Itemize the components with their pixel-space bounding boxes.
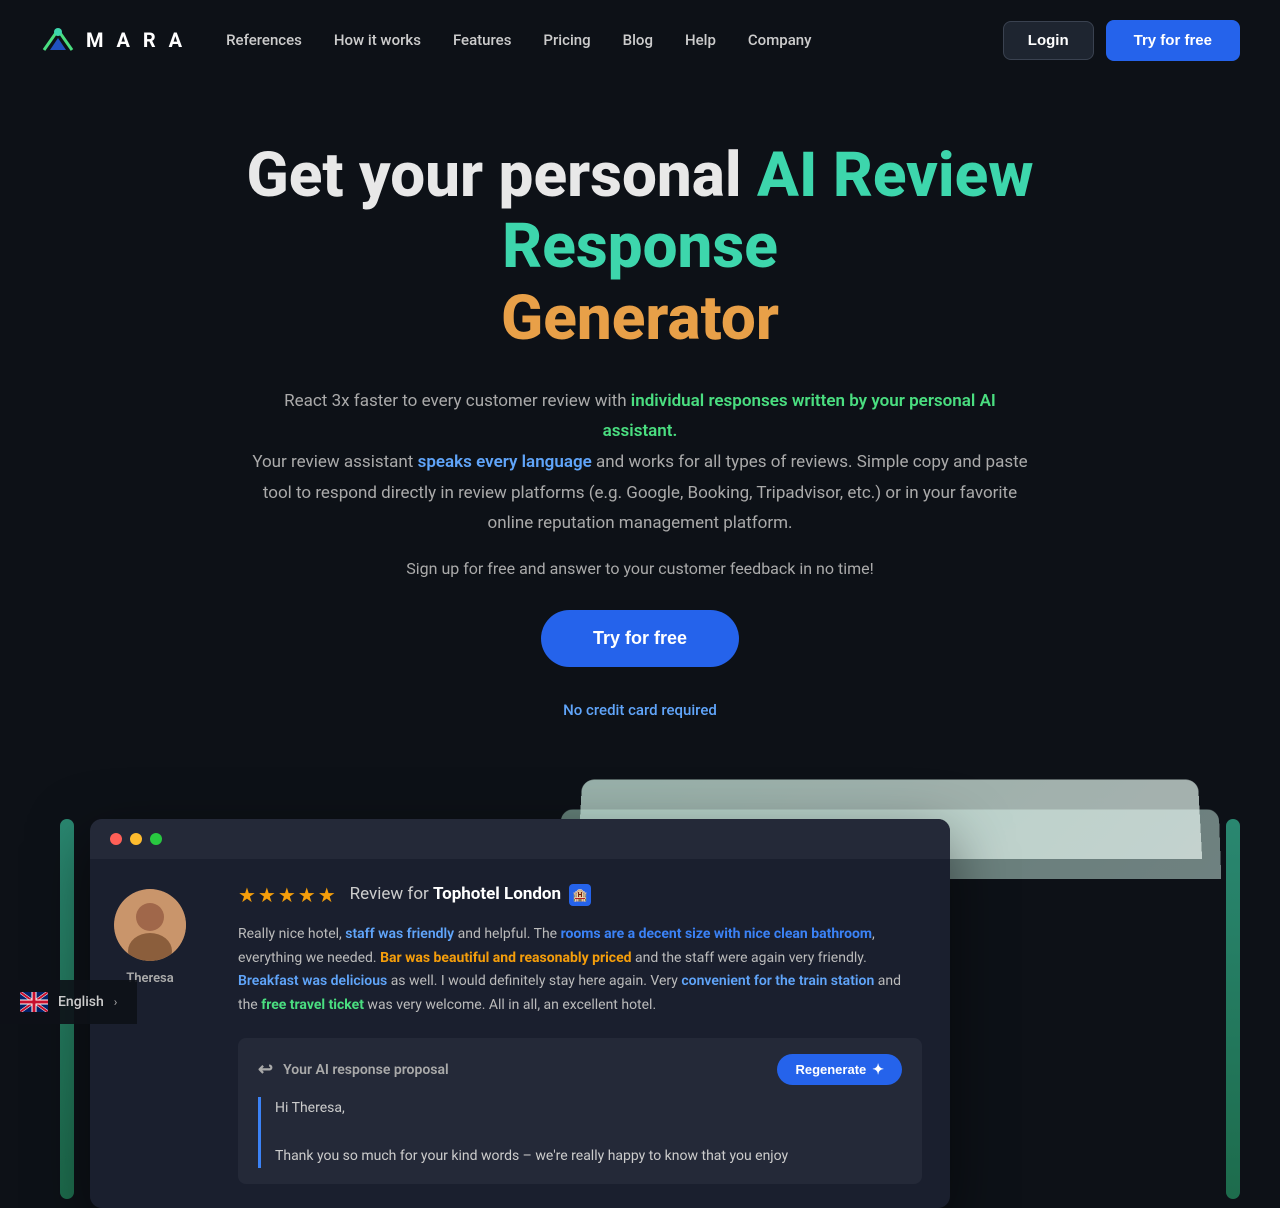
hero-title-start: Get your personal [246,139,757,212]
ai-response-title: ↩ Your AI response proposal [258,1059,449,1080]
card-titlebar [90,819,950,859]
hero-title: Get your personal AI Review Response Gen… [140,140,1140,354]
login-button[interactable]: Login [1003,21,1094,60]
logo-text: M A R A [86,28,186,52]
nav-company[interactable]: Company [748,31,812,49]
review-for: Review for Tophotel London 🏨 [350,884,592,906]
hotel-name: Tophotel London [433,884,561,904]
language-arrow: › [114,995,118,1009]
ai-response-text: Hi Theresa, Thank you so much for your k… [258,1097,902,1168]
demo-card: Theresa ★★★★★ Review for Tophotel London… [90,819,950,1208]
nav-features[interactable]: Features [453,31,511,49]
hero-subtitle-1: React 3x faster to every customer review… [284,391,631,411]
nav-links: References How it works Features Pricing… [226,31,1003,49]
avatar-column: Theresa [90,859,210,1208]
review-header: ★★★★★ Review for Tophotel London 🏨 [238,883,922,907]
review-content: ★★★★★ Review for Tophotel London 🏨 Reall… [210,859,950,1208]
nav-help[interactable]: Help [685,31,716,49]
regenerate-label: Regenerate [795,1062,866,1077]
nav-how-it-works[interactable]: How it works [334,31,421,49]
nav-references[interactable]: References [226,31,302,49]
regenerate-icon: ✦ [872,1061,884,1078]
hero-subtitle-2: Your review assistant [252,452,417,472]
ai-response-section: ↩ Your AI response proposal Regenerate ✦… [238,1038,922,1184]
hero-signup-text: Sign up for free and answer to your cust… [140,559,1140,578]
language-label: English [58,994,104,1010]
navbar: M A R A References How it works Features… [0,0,1280,80]
try-free-nav-button[interactable]: Try for free [1106,20,1240,61]
nav-actions: Login Try for free [1003,20,1240,61]
flag-icon [20,992,48,1012]
nav-pricing[interactable]: Pricing [543,31,590,49]
logo[interactable]: M A R A [40,22,186,58]
regenerate-button[interactable]: Regenerate ✦ [777,1054,902,1085]
avatar [114,889,186,961]
hotel-icon: 🏨 [569,884,591,906]
hero-cta: Try for free No credit card required [140,610,1140,719]
demo-area: Theresa ★★★★★ Review for Tophotel London… [0,779,1280,1199]
hero-subtitle-highlight-2: speaks every language [418,452,592,472]
try-free-hero-button[interactable]: Try for free [541,610,739,667]
hero-section: Get your personal AI Review Response Gen… [0,80,1280,759]
review-text: Really nice hotel, staff was friendly an… [238,923,922,1018]
hero-title-generator: Generator [501,282,779,355]
card-body: Theresa ★★★★★ Review for Tophotel London… [90,859,950,1208]
dot-yellow [130,833,142,845]
ai-response-header: ↩ Your AI response proposal Regenerate ✦ [258,1054,902,1085]
hero-subtitle-highlight-1: individual responses written by your per… [603,391,996,442]
hero-subtitle: React 3x faster to every customer review… [250,386,1030,539]
dot-red [110,833,122,845]
ai-response-line-1: Hi Theresa, [275,1097,902,1121]
language-selector[interactable]: English › [0,980,137,1024]
dot-green [150,833,162,845]
review-stars: ★★★★★ [238,883,338,907]
side-panel-right [1226,819,1240,1199]
arrow-icon: ↩ [258,1059,273,1080]
no-credit-card-text: No credit card required [563,701,717,719]
ai-response-line-2: Thank you so much for your kind words – … [275,1145,902,1169]
nav-blog[interactable]: Blog [623,31,653,49]
